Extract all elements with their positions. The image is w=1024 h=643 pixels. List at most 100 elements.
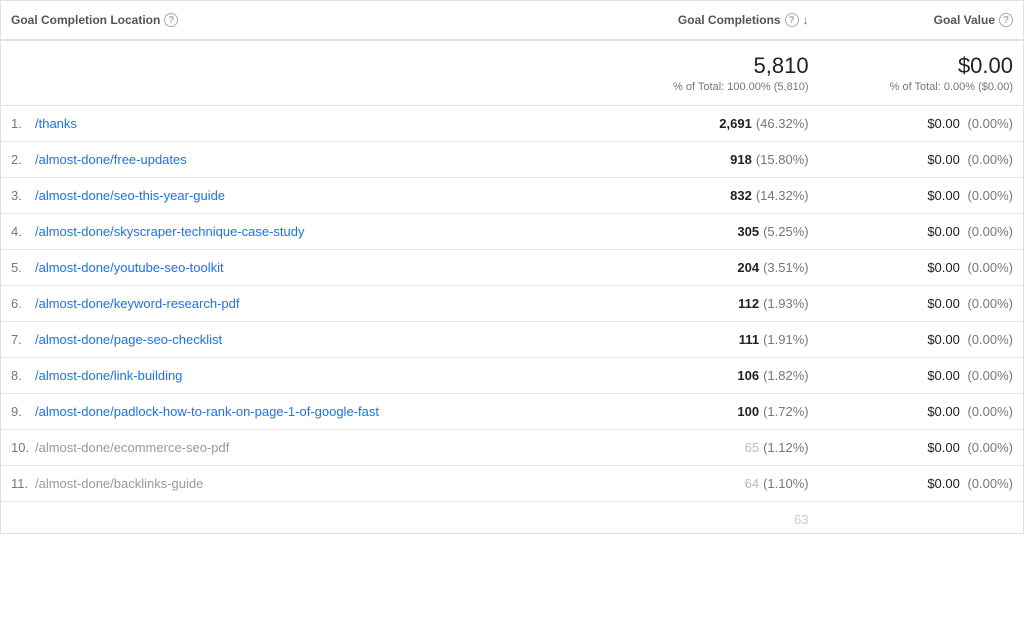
table-row: 1./thanks2,691(46.32%)$0.00 (0.00%) — [1, 106, 1023, 142]
goal-value-cell: $0.00 (0.00%) — [819, 358, 1023, 394]
goal-value-main: $0.00 — [927, 188, 960, 203]
goal-value-pct: (0.00%) — [964, 440, 1013, 455]
completions-cell: 832(14.32%) — [594, 178, 819, 214]
completions-cell: 918 (15.80%) — [594, 142, 819, 178]
row-number: 4. — [11, 224, 35, 239]
completions-cell: 64(1.10%) — [594, 466, 819, 502]
col-header-value: Goal Value ? — [819, 1, 1023, 40]
goal-value-pct: (0.00%) — [964, 368, 1013, 383]
col-header-location-label: Goal Completion Location — [11, 13, 160, 27]
goal-value-main: $0.00 — [927, 296, 960, 311]
completions-pct: (1.12%) — [763, 440, 809, 455]
completions-cell: 65 (1.12%) — [594, 430, 819, 466]
goal-value-pct: (0.00%) — [964, 152, 1013, 167]
location-link[interactable]: /almost-done/backlinks-guide — [35, 476, 203, 491]
goal-value-main: $0.00 — [927, 476, 960, 491]
location-link[interactable]: /almost-done/youtube-seo-toolkit — [35, 260, 224, 275]
location-link[interactable]: /thanks — [35, 116, 77, 131]
completions-cell: 106(1.82%) — [594, 358, 819, 394]
goal-value-pct: (0.00%) — [964, 296, 1013, 311]
completions-help-icon[interactable]: ? — [785, 13, 799, 27]
goal-value-main: $0.00 — [927, 404, 960, 419]
table-row: 10./almost-done/ecommerce-seo-pdf65(1.12… — [1, 430, 1023, 466]
value-help-icon[interactable]: ? — [999, 13, 1013, 27]
location-link[interactable]: /almost-done/ecommerce-seo-pdf — [35, 440, 229, 455]
goal-value-main: $0.00 — [927, 440, 960, 455]
summary-row: 5,810 % of Total: 100.00% (5,810) $0.00 … — [1, 40, 1023, 106]
completions-main: 65 — [745, 440, 759, 455]
summary-value-cell: $0.00 % of Total: 0.00% ($0.00) — [819, 40, 1023, 106]
location-link[interactable]: /almost-done/keyword-research-pdf — [35, 296, 239, 311]
sort-desc-icon[interactable]: ↓ — [803, 13, 809, 27]
completions-pct: (15.80%) — [756, 152, 809, 167]
completions-main: 111 — [739, 332, 759, 347]
table-row: 4./almost-done/skyscraper-technique-case… — [1, 214, 1023, 250]
location-link[interactable]: /almost-done/skyscraper-technique-case-s… — [35, 224, 305, 239]
completions-pct: (1.91%) — [763, 332, 809, 347]
table-row: 7./almost-done/page-seo-checklist 111 (1.9… — [1, 322, 1023, 358]
location-link[interactable]: /almost-done/seo-this-year-guide — [35, 188, 225, 203]
row-number: 7. — [11, 332, 35, 347]
location-cell: 1./thanks — [1, 106, 594, 142]
location-link[interactable]: /almost-done/link-building — [35, 368, 182, 383]
location-link[interactable]: /almost-done/free-updates — [35, 152, 187, 167]
completions-main: 918 — [730, 152, 752, 167]
partial-table-row: 63 — [1, 502, 1023, 534]
col-header-completions-label: Goal Completions — [678, 13, 781, 27]
report-table-container: Goal Completion Location ? Goal Completi… — [0, 0, 1024, 534]
col-header-location: Goal Completion Location ? — [1, 1, 594, 40]
completions-cell: 2,691(46.32%) — [594, 106, 819, 142]
completions-cell: 112(1.93%) — [594, 286, 819, 322]
partial-value-cell — [819, 502, 1023, 534]
summary-value-sub: % of Total: 0.00% ($0.00) — [829, 81, 1013, 93]
goal-value-pct: (0.00%) — [964, 188, 1013, 203]
col-header-completions: Goal Completions ? ↓ — [594, 1, 819, 40]
goal-value-pct: (0.00%) — [964, 260, 1013, 275]
table-row: 6./almost-done/keyword-research-pdf112(1… — [1, 286, 1023, 322]
goal-value-main: $0.00 — [927, 152, 960, 167]
goal-value-cell: $0.00 (0.00%) — [819, 322, 1023, 358]
completions-main: 832 — [730, 188, 752, 203]
completions-pct: (1.93%) — [763, 296, 809, 311]
goal-value-cell: $0.00 (0.00%) — [819, 178, 1023, 214]
location-cell: 2./almost-done/free-updates — [1, 142, 594, 178]
location-help-icon[interactable]: ? — [164, 13, 178, 27]
location-cell: 4./almost-done/skyscraper-technique-case… — [1, 214, 594, 250]
location-link[interactable]: /almost-done/padlock-how-to-rank-on-page… — [35, 404, 379, 419]
table-row: 11./almost-done/backlinks-guide64(1.10%)… — [1, 466, 1023, 502]
location-cell: 7./almost-done/page-seo-checklist — [1, 322, 594, 358]
row-number: 6. — [11, 296, 35, 311]
location-cell: 3./almost-done/seo-this-year-guide — [1, 178, 594, 214]
completions-main: 204 — [737, 260, 759, 275]
table-header-row: Goal Completion Location ? Goal Completi… — [1, 1, 1023, 40]
location-cell: 11./almost-done/backlinks-guide — [1, 466, 594, 502]
goal-value-cell: $0.00 (0.00%) — [819, 394, 1023, 430]
row-number: 9. — [11, 404, 35, 419]
goal-value-pct: (0.00%) — [964, 116, 1013, 131]
partial-completions-cell: 63 — [594, 502, 819, 534]
table-row: 2./almost-done/free-updates 918 (15.80%) $0… — [1, 142, 1023, 178]
completions-pct: (1.10%) — [763, 476, 809, 491]
goal-value-main: $0.00 — [927, 332, 960, 347]
goal-value-pct: (0.00%) — [964, 404, 1013, 419]
location-cell: 6./almost-done/keyword-research-pdf — [1, 286, 594, 322]
row-number: 11. — [11, 476, 35, 491]
completions-cell: 305 (5.25%) — [594, 214, 819, 250]
completions-main: 305 — [737, 224, 759, 239]
completions-main: 2,691 — [719, 116, 752, 131]
summary-value-main: $0.00 — [829, 53, 1013, 79]
goal-value-cell: $0.00 (0.00%) — [819, 250, 1023, 286]
location-cell: 9./almost-done/padlock-how-to-rank-on-pa… — [1, 394, 594, 430]
location-cell: 8./almost-done/link-building — [1, 358, 594, 394]
summary-completions-main: 5,810 — [604, 53, 809, 79]
row-number: 2. — [11, 152, 35, 167]
completions-pct: (1.82%) — [763, 368, 809, 383]
goal-value-pct: (0.00%) — [964, 332, 1013, 347]
goal-value-cell: $0.00 (0.00%) — [819, 466, 1023, 502]
location-link[interactable]: /almost-done/page-seo-checklist — [35, 332, 222, 347]
table-row: 3./almost-done/seo-this-year-guide832(14… — [1, 178, 1023, 214]
completions-pct: (5.25%) — [763, 224, 809, 239]
partial-location-cell — [1, 502, 594, 534]
col-header-value-label: Goal Value — [934, 13, 995, 27]
completions-cell: 111 (1.91%) — [594, 322, 819, 358]
